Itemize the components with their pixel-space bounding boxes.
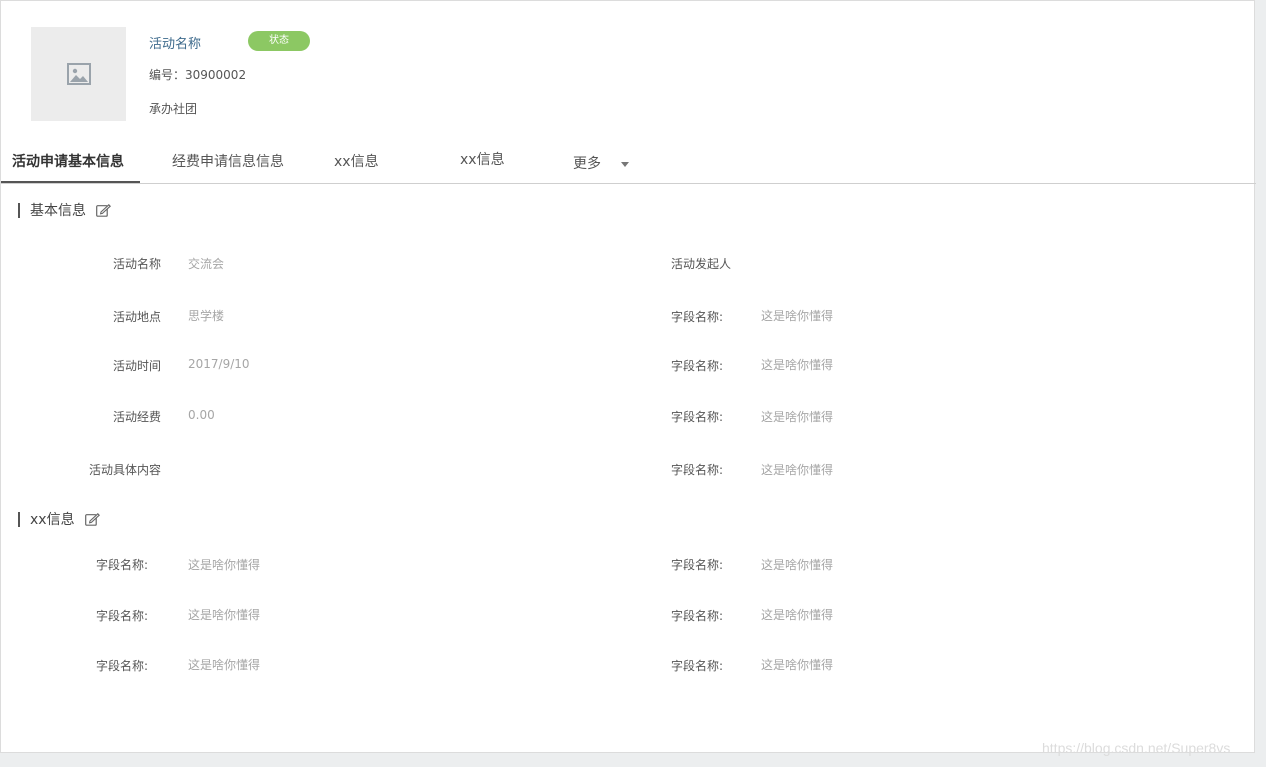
section-xx-label: xx信息 <box>30 512 75 528</box>
field-label: 活动地点 <box>112 310 161 324</box>
field-label: 活动经费 <box>112 410 161 424</box>
field-label: 字段名称: <box>671 558 724 572</box>
tab-basic-info[interactable]: 活动申请基本信息 <box>12 151 124 171</box>
field-label: 字段名称: <box>671 463 724 477</box>
tab-bar: 活动申请基本信息 经费申请信息信息 xx信息 xx信息 更多 <box>1 141 1256 184</box>
watermark: https://blog.csdn.net/Super8vs <box>1042 740 1231 756</box>
field-label: 字段名称: <box>671 310 724 324</box>
activity-code: 编号：30900002 <box>149 68 247 82</box>
tab-more[interactable]: 更多 <box>573 153 629 173</box>
section-xx-title: xx信息 <box>18 509 100 529</box>
edit-icon[interactable] <box>84 512 100 526</box>
field-label: 活动具体内容 <box>88 463 161 477</box>
field-value: 这是啥你懂得 <box>188 658 261 672</box>
field-label: 字段名称: <box>96 609 149 623</box>
activity-thumbnail <box>31 27 126 121</box>
tab-xx-info-2[interactable]: xx信息 <box>460 149 505 169</box>
organizer-label: 承办社团 <box>149 102 198 116</box>
field-label: 活动时间 <box>112 359 161 373</box>
section-basic-title: 基本信息 <box>18 200 111 220</box>
field-label: 字段名称: <box>671 359 724 373</box>
status-badge: 状态 <box>248 31 310 51</box>
field-label: 字段名称: <box>671 659 724 673</box>
chevron-down-icon <box>621 161 629 167</box>
section-marker <box>18 511 20 527</box>
field-value: 思学楼 <box>188 309 225 323</box>
field-value: 这是啥你懂得 <box>761 608 834 622</box>
detail-panel: 活动名称 状态 编号：30900002 承办社团 活动申请基本信息 经费申请信息… <box>0 0 1256 753</box>
field-label: 字段名称: <box>96 558 149 572</box>
field-value: 这是啥你懂得 <box>761 309 834 323</box>
field-label: 活动名称 <box>112 257 161 271</box>
field-label: 活动发起人 <box>671 257 732 271</box>
field-value: 这是啥你懂得 <box>761 358 834 372</box>
section-marker <box>18 202 20 218</box>
active-tab-indicator <box>1 181 140 183</box>
field-value: 这是啥你懂得 <box>761 410 834 424</box>
field-value: 这是啥你懂得 <box>761 658 834 672</box>
image-placeholder-icon <box>66 63 91 85</box>
activity-name: 活动名称 <box>149 37 202 52</box>
tab-funding-info[interactable]: 经费申请信息信息 <box>172 151 284 171</box>
field-value: 交流会 <box>188 257 225 271</box>
field-value: 0.00 <box>188 408 215 422</box>
tab-more-label: 更多 <box>573 156 601 172</box>
edit-icon[interactable] <box>96 203 111 217</box>
field-value: 这是啥你懂得 <box>188 558 261 572</box>
field-value: 2017/9/10 <box>188 357 250 371</box>
field-label: 字段名称: <box>671 410 724 424</box>
field-label: 字段名称: <box>671 609 724 623</box>
field-label: 字段名称: <box>96 659 149 673</box>
field-value: 这是啥你懂得 <box>761 463 834 477</box>
field-value: 这是啥你懂得 <box>188 608 261 622</box>
field-value: 这是啥你懂得 <box>761 558 834 572</box>
section-basic-label: 基本信息 <box>30 203 86 219</box>
tab-xx-info-1[interactable]: xx信息 <box>334 151 379 171</box>
